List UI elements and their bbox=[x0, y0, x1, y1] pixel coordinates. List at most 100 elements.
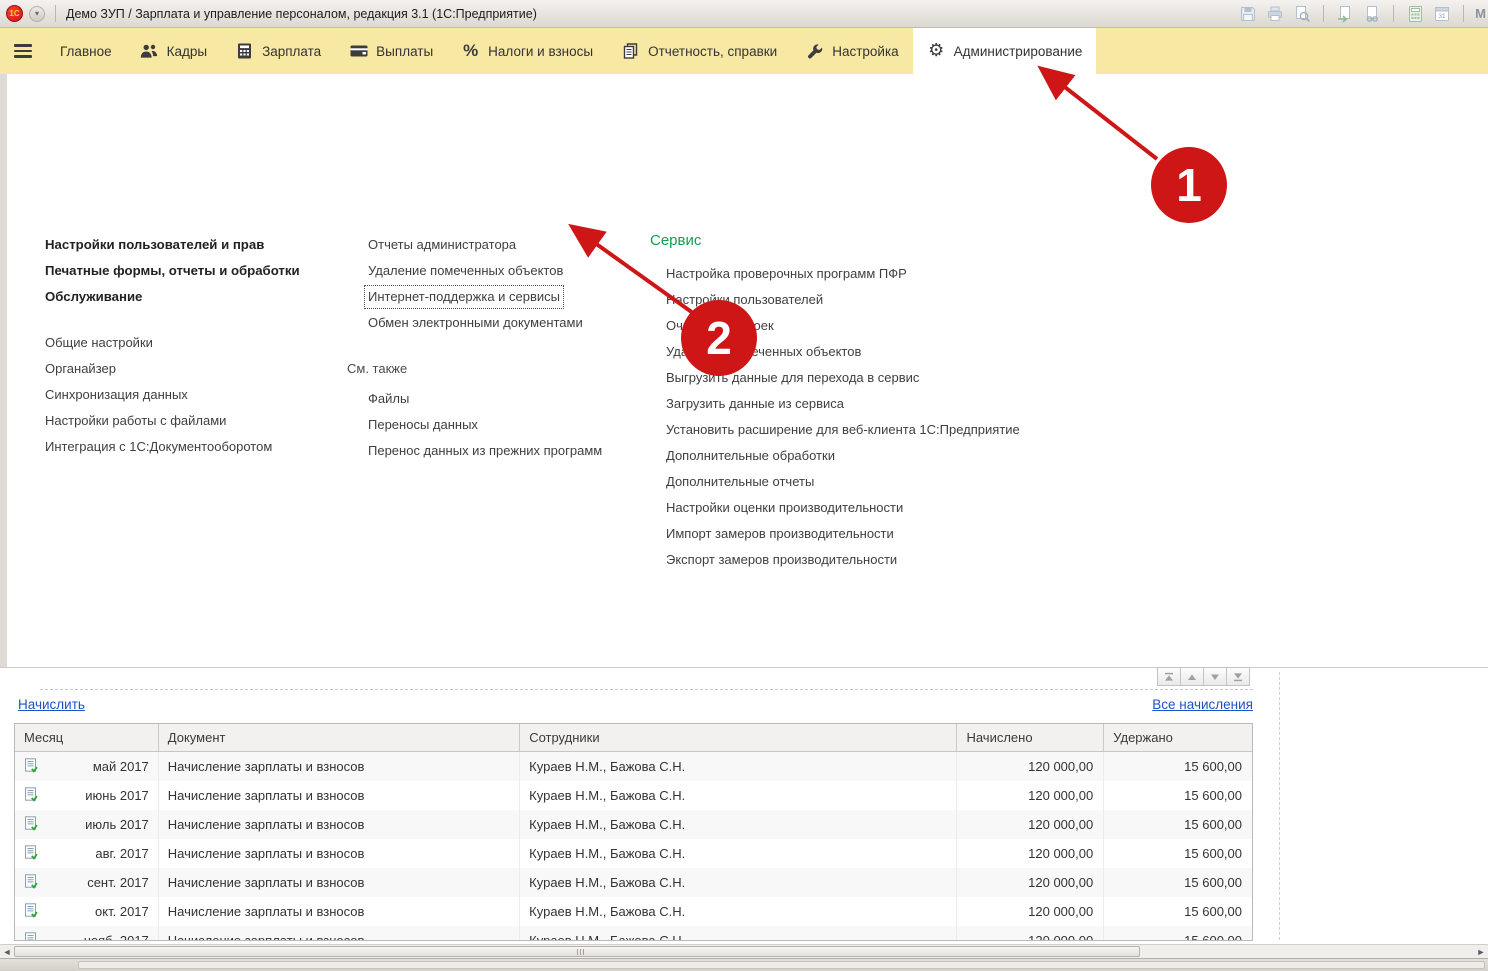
see-also-header: См. также bbox=[347, 356, 647, 382]
menu-item[interactable]: Интеграция с 1С:Документооборотом bbox=[45, 434, 355, 460]
menu-item[interactable]: Перенос данных из прежних программ bbox=[368, 438, 647, 464]
menu-item[interactable]: Печатные формы, отчеты и обработки bbox=[45, 258, 355, 284]
menu-item[interactable]: Настройки пользователей bbox=[666, 287, 1070, 313]
menu-item[interactable]: Переносы данных bbox=[368, 412, 647, 438]
column-header-accrued[interactable]: Начислено bbox=[957, 724, 1104, 751]
go-down-button[interactable] bbox=[1203, 667, 1227, 686]
print-icon[interactable] bbox=[1265, 4, 1285, 24]
divider bbox=[1323, 5, 1324, 22]
menu-item[interactable]: Органайзер bbox=[45, 356, 355, 382]
tab-label: Зарплата bbox=[262, 44, 321, 59]
tab-nalogi[interactable]: % Налоги и взносы bbox=[447, 28, 607, 74]
focused-menu-item[interactable]: Интернет-поддержка и сервисы bbox=[364, 285, 564, 309]
cell-month: июль 2017 bbox=[85, 817, 149, 832]
cell-employees: Кураев Н.М., Бажова С.Н. bbox=[520, 926, 957, 941]
user-label[interactable]: M bbox=[1475, 6, 1486, 21]
percent-icon: % bbox=[461, 41, 480, 61]
save-icon[interactable] bbox=[1238, 4, 1258, 24]
tab-vyplaty[interactable]: Выплаты bbox=[335, 28, 447, 74]
table-row[interactable]: июль 2017 Начисление зарплаты и взносов … bbox=[15, 810, 1252, 839]
table-row[interactable]: сент. 2017 Начисление зарплаты и взносов… bbox=[15, 868, 1252, 897]
menu-item[interactable]: Обмен электронными документами bbox=[368, 310, 647, 336]
calculator-icon[interactable] bbox=[1405, 4, 1425, 24]
window-title: Демо ЗУП / Зарплата и управление персона… bbox=[66, 7, 537, 21]
table-row[interactable]: май 2017 Начисление зарплаты и взносов К… bbox=[15, 752, 1252, 781]
tab-label: Налоги и взносы bbox=[488, 44, 593, 59]
menu-item-internet-support[interactable]: Интернет-поддержка и сервисы bbox=[368, 284, 647, 310]
main-menu-icon[interactable] bbox=[0, 28, 46, 74]
go-up-button[interactable] bbox=[1180, 667, 1204, 686]
table-row[interactable]: июнь 2017 Начисление зарплаты и взносов … bbox=[15, 781, 1252, 810]
menu-item[interactable]: Настройка проверочных программ ПФР bbox=[666, 261, 1070, 287]
go-last-button[interactable] bbox=[1226, 667, 1250, 686]
menu-item[interactable]: Установить расширение для веб-клиента 1С… bbox=[666, 417, 1070, 443]
scroll-left-arrow[interactable]: ◄ bbox=[0, 945, 14, 959]
menu-item[interactable]: Файлы bbox=[368, 386, 647, 412]
cell-document: Начисление зарплаты и взносов bbox=[159, 810, 520, 839]
all-accruals-link[interactable]: Все начисления bbox=[1152, 697, 1253, 712]
posted-document-icon bbox=[24, 874, 39, 892]
cell-month: нояб. 2017 bbox=[84, 933, 149, 941]
posted-document-icon bbox=[24, 845, 39, 863]
app-window: { "titlebar": { "logo_text": "1С", "drop… bbox=[0, 0, 1488, 971]
tab-administrirovanie[interactable]: ⚙ Администрирование bbox=[913, 28, 1097, 74]
cell-accrued: 120 000,00 bbox=[957, 868, 1104, 897]
scroll-right-arrow[interactable]: ► bbox=[1474, 945, 1488, 959]
menu-item[interactable]: Удаление помеченных объектов bbox=[666, 339, 1070, 365]
horizontal-scrollbar[interactable]: ◄ ► bbox=[0, 944, 1488, 958]
tab-otchetnost[interactable]: Отчетность, справки bbox=[607, 28, 791, 74]
table-header-row: Месяц Документ Сотрудники Начислено Удер… bbox=[15, 724, 1252, 752]
go-first-button[interactable] bbox=[1157, 667, 1181, 686]
cell-document: Начисление зарплаты и взносов bbox=[159, 781, 520, 810]
column-header-employees[interactable]: Сотрудники bbox=[520, 724, 957, 751]
menu-item[interactable]: Загрузить данные из сервиса bbox=[666, 391, 1070, 417]
tab-zarplata[interactable]: Зарплата bbox=[221, 28, 335, 74]
cell-withheld: 15 600,00 bbox=[1104, 897, 1252, 926]
table-row[interactable]: окт. 2017 Начисление зарплаты и взносов … bbox=[15, 897, 1252, 926]
menu-item[interactable]: Экспорт замеров производительности bbox=[666, 547, 1070, 573]
menu-item[interactable]: Настройки пользователей и прав bbox=[45, 232, 355, 258]
cell-withheld: 15 600,00 bbox=[1104, 926, 1252, 941]
table-row[interactable]: нояб. 2017 Начисление зарплаты и взносов… bbox=[15, 926, 1252, 941]
people-icon bbox=[140, 44, 159, 59]
menu-item[interactable]: Отчеты администратора bbox=[368, 232, 647, 258]
menu-item[interactable]: Обслуживание bbox=[45, 284, 355, 310]
tab-kadry[interactable]: Кадры bbox=[126, 28, 221, 74]
accrue-link[interactable]: Начислить bbox=[18, 697, 85, 712]
cell-accrued: 120 000,00 bbox=[957, 752, 1104, 781]
print-preview-icon[interactable] bbox=[1292, 4, 1312, 24]
tab-glavnoe[interactable]: Главное bbox=[46, 28, 126, 74]
column-header-withheld[interactable]: Удержано bbox=[1104, 724, 1252, 751]
menu-item[interactable]: Синхронизация данных bbox=[45, 382, 355, 408]
gear-icon: ⚙ bbox=[927, 42, 946, 60]
column-header-document[interactable]: Документ bbox=[159, 724, 520, 751]
menu-item[interactable]: Дополнительные обработки bbox=[666, 443, 1070, 469]
cell-document: Начисление зарплаты и взносов bbox=[159, 839, 520, 868]
menu-item[interactable]: Выгрузить данные для перехода в сервис bbox=[666, 365, 1070, 391]
cell-employees: Кураев Н.М., Бажова С.Н. bbox=[520, 897, 957, 926]
cell-withheld: 15 600,00 bbox=[1104, 781, 1252, 810]
table-row[interactable]: авг. 2017 Начисление зарплаты и взносов … bbox=[15, 839, 1252, 868]
cell-month: окт. 2017 bbox=[95, 904, 149, 919]
posted-document-icon bbox=[24, 932, 39, 942]
menu-item[interactable]: Настройки работы с файлами bbox=[45, 408, 355, 434]
calendar-icon[interactable]: 31 bbox=[1432, 4, 1452, 24]
scrollbar-thumb[interactable] bbox=[14, 946, 1140, 957]
cell-month: июнь 2017 bbox=[85, 788, 149, 803]
go-to-link-icon[interactable] bbox=[1335, 4, 1355, 24]
column-header-month[interactable]: Месяц bbox=[15, 724, 159, 751]
main-menu-dropdown-button[interactable]: ▾ bbox=[29, 6, 45, 22]
menu-item[interactable]: Импорт замеров производительности bbox=[666, 521, 1070, 547]
service-section-header[interactable]: Сервис bbox=[650, 229, 1070, 253]
divider bbox=[55, 5, 56, 22]
menu-item[interactable]: Дополнительные отчеты bbox=[666, 469, 1070, 495]
posted-document-icon bbox=[24, 758, 39, 776]
get-link-icon[interactable] bbox=[1362, 4, 1382, 24]
menu-item[interactable]: Удаление помеченных объектов bbox=[368, 258, 647, 284]
tab-label: Администрирование bbox=[954, 44, 1083, 59]
cell-withheld: 15 600,00 bbox=[1104, 839, 1252, 868]
tab-nastroyka[interactable]: Настройка bbox=[791, 28, 912, 74]
menu-item[interactable]: Настройки оценки производительности bbox=[666, 495, 1070, 521]
menu-item[interactable]: Общие настройки bbox=[45, 330, 355, 356]
menu-item[interactable]: Очистка настроек bbox=[666, 313, 1070, 339]
